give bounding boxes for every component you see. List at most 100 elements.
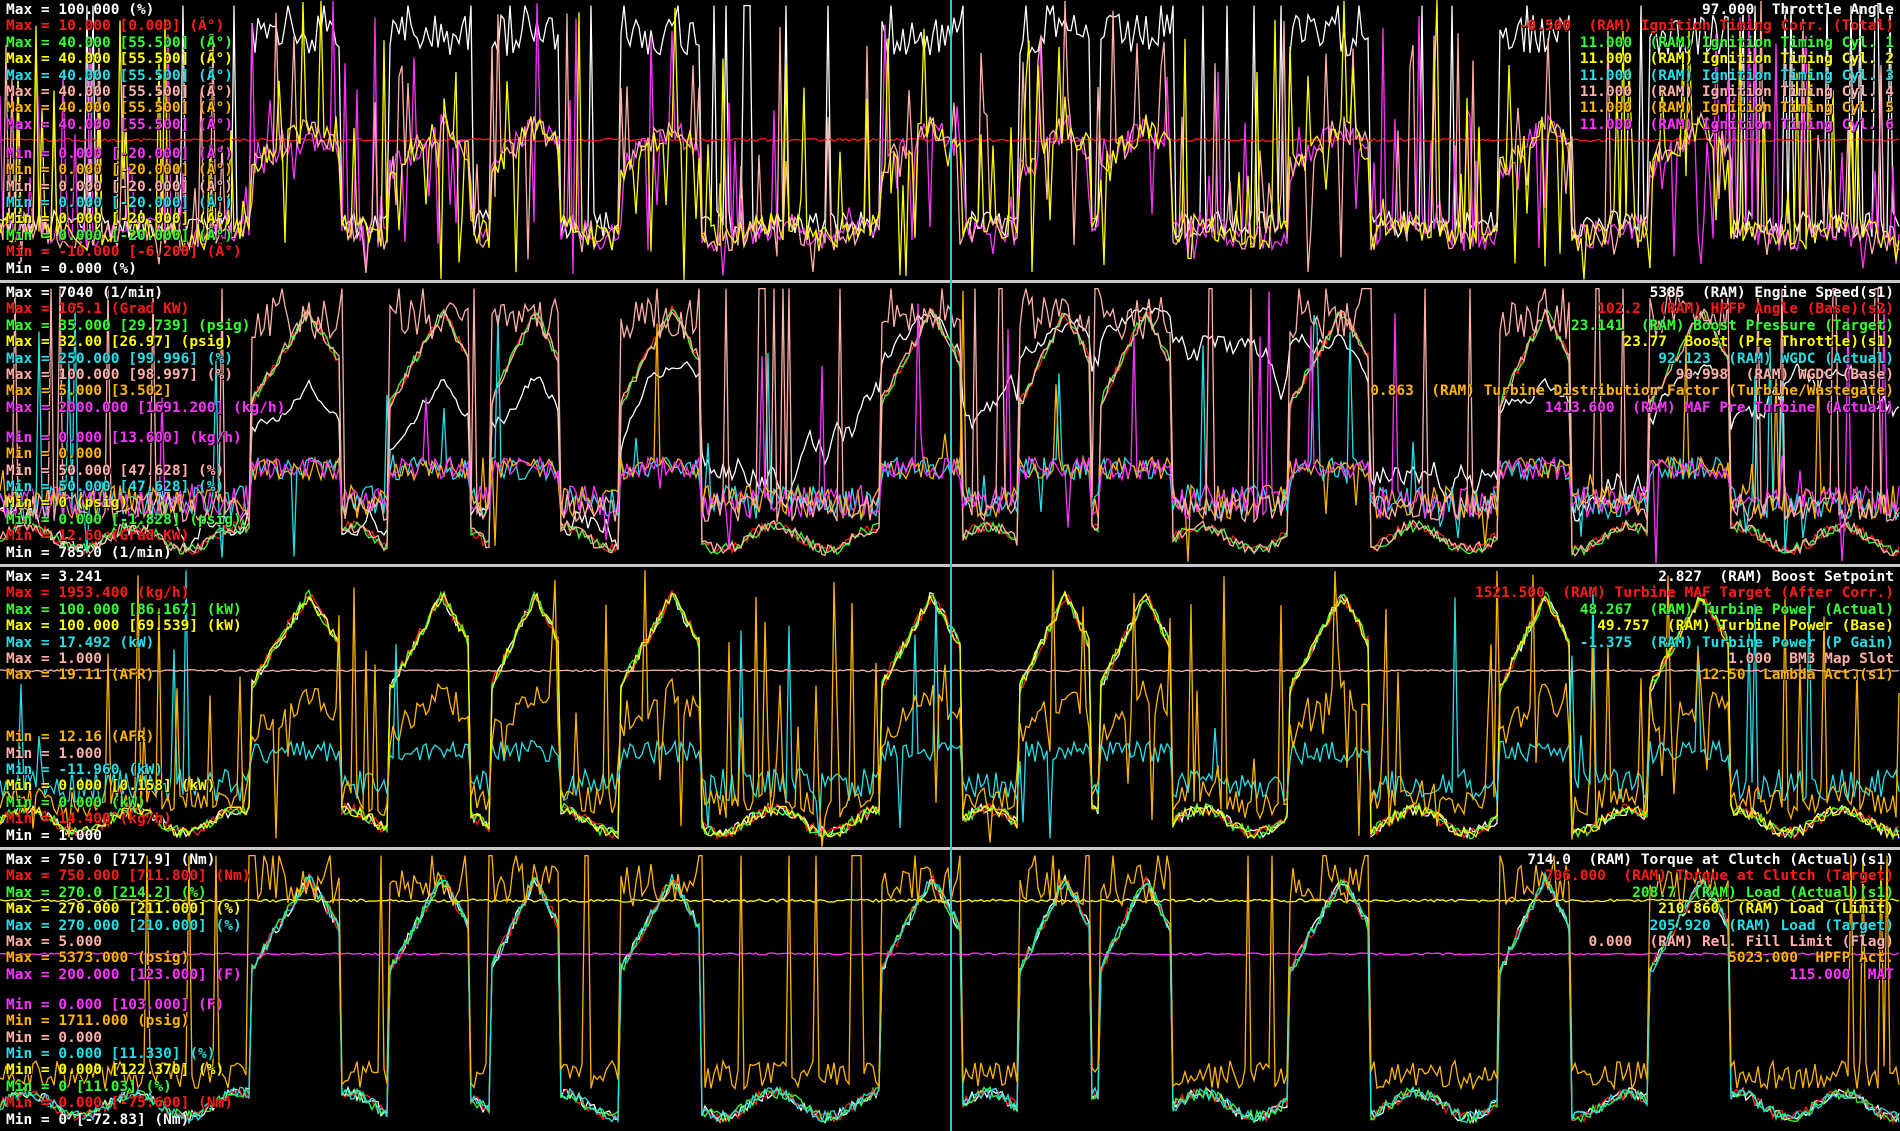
max-label: Max = 40.000 [55.500] (Â°) [6, 116, 233, 133]
max-label-list: Max = 750.0 [717.9] (Nm) Max = 750.000 [7… [6, 852, 250, 983]
channel-label[interactable]: 48.267 (RAM) Turbine Power (Actual) [1475, 602, 1894, 618]
channel-label[interactable]: 90.998 (RAM) WGDC (Base) [1370, 367, 1894, 383]
max-label: Max = 40.000 [55.500] (Â°) [6, 51, 233, 68]
max-label: Max = 17.492 (kW) [6, 634, 155, 651]
channel-label[interactable]: 23.77 Boost (Pre Throttle)(s1) [1370, 334, 1894, 350]
max-label: Max = 200.000 [123.000] (F) [6, 966, 242, 983]
min-label: Min = 0.000 [11.330] (%) [6, 1046, 216, 1063]
channel-label[interactable]: 102.2 (RAM) HPFP Angle (Base)(s2) [1370, 301, 1894, 317]
min-label: Min = 0.000 [-20.000] (Â°) [6, 162, 233, 179]
max-label: Max = 35.000 [29.739] (psig) [6, 317, 251, 334]
channel-label[interactable]: 5385 (RAM) Engine Speed(s1) [1370, 285, 1894, 301]
max-label: Max = 250.000 [99.996] (%) [6, 350, 233, 367]
max-label: Max = 40.000 [55.500] (Â°) [6, 100, 233, 117]
channel-label[interactable]: 11.000 (RAM) Ignition Timing Cyl. 5 [1519, 100, 1894, 116]
channel-label[interactable]: 0.000 (RAM) Rel. Fill Limit (Flag) [1527, 934, 1894, 950]
max-label: Max = 2000.000 [1691.200] (kg/h) [6, 399, 286, 416]
max-label: Max = 1.000 [6, 650, 103, 667]
channel-label[interactable]: -1.375 (RAM) Turbine Power (P Gain) [1475, 635, 1894, 651]
max-label: Max = 32.00 [26.97] (psig) [6, 334, 233, 351]
channel-label[interactable]: 1521.500 (RAM) Turbine MAF Target (After… [1475, 585, 1894, 601]
channel-label[interactable]: 97.000 Throttle Angle [1519, 2, 1894, 18]
min-label: Min = 0.000 [6, 1029, 103, 1046]
max-label-list: Max = 100.000 (%) Max = 10.000 [0.000] (Â… [6, 2, 233, 133]
min-label: Min = 0.000 [122.370] (%) [6, 1062, 225, 1079]
min-label: Min = 1.000 [6, 827, 103, 844]
max-label: Max = 40.000 [55.500] (Â°) [6, 67, 233, 84]
max-label: Max = 270.000 [210.000] (%) [6, 917, 242, 934]
channel-legend[interactable]: 97.000 Throttle Angle -0.500 (RAM) Igniti… [1519, 2, 1894, 133]
max-label: Max = 10.000 [0.000] (Â°) [6, 18, 225, 35]
channel-label[interactable]: 49.757 (RAM) Turbine Power (Base) [1475, 618, 1894, 634]
channel-label[interactable]: 11.000 (RAM) Ignition Timing Cyl. 6 [1519, 117, 1894, 133]
min-label: Min = 0.000 (kW) [6, 794, 146, 811]
min-label: Min = 0.000 [-1.828] (psig) [6, 511, 242, 528]
channel-label[interactable]: 205.920 (RAM) Load (Target) [1527, 918, 1894, 934]
max-label: Max = 3.241 [6, 569, 103, 585]
min-label: Min = 1711.000 (psig) [6, 1013, 190, 1030]
channel-label[interactable]: 115.000 MAT [1527, 967, 1894, 983]
channel-label[interactable]: -0.500 (RAM) Ignition Timing Corr. (Tota… [1519, 18, 1894, 34]
min-label: Min = 0 (psig) [6, 495, 129, 512]
min-label-list: Min = 0.000 [103.000] (F) Min = 1711.000 … [6, 997, 233, 1128]
max-label: Max = 40.000 [55.500] (Â°) [6, 34, 233, 51]
channel-label[interactable]: 12.50 Lambda Act.(s1) [1475, 667, 1894, 683]
min-label: Min = -10.000 [-6.200] (Â°) [6, 244, 242, 261]
min-label: Min = 0.000 [-20.000] (Â°) [6, 178, 233, 195]
min-label: Min = 0 [-72.83] (Nm) [6, 1111, 190, 1128]
min-label: Min = 0.000 (%) [6, 260, 137, 277]
min-label: Min = 0.000 [103.000] (F) [6, 996, 225, 1013]
max-label: Max = 100.000 [69.539] (kW) [6, 618, 242, 635]
max-label-list: Max = 7040 (1/min) Max = 105.1 (Grad KW) M… [6, 285, 285, 416]
min-label-list: Min = 12.16 (AFR) Min = 1.000 Min = -11.96… [6, 729, 216, 844]
max-label: Max = 270.000 [211.000] (%) [6, 901, 242, 918]
channel-label[interactable]: 1413.600 (RAM) MAF Pre Turbine (Actual) [1370, 400, 1894, 416]
max-label: Max = 100.000 [98.997] (%) [6, 366, 233, 383]
max-label: Max = 750.000 [711.800] (Nm) [6, 868, 251, 885]
min-label: Min = 0.000 [-20.000] (Â°) [6, 195, 233, 212]
max-label: Max = 19.11 (AFR) [6, 667, 155, 684]
min-label: Min = 50.000 [47.628] (%) [6, 479, 225, 496]
channel-label[interactable]: 208.7 (RAM) Load (Actual)(s1) [1527, 885, 1894, 901]
min-label: Min = 0 [11.03] (%) [6, 1078, 172, 1095]
channel-label[interactable]: 23.141 (RAM) Boost Pressure (Target) [1370, 318, 1894, 334]
channel-legend[interactable]: 2.827 (RAM) Boost Setpoint 1521.500 (RAM)… [1475, 569, 1894, 684]
channel-label[interactable]: 11.000 (RAM) Ignition Timing Cyl. 3 [1519, 68, 1894, 84]
max-label: Max = 5.000 [6, 933, 103, 950]
max-label: Max = 100.000 (%) [6, 2, 155, 18]
min-label: Min = 785.0 (1/min) [6, 544, 172, 561]
min-label: Min = 0.000 [13.600] (kg/h) [6, 429, 242, 446]
max-label: Max = 105.1 (Grad KW) [6, 301, 190, 318]
max-label: Max = 5.000 [3.502] [6, 383, 172, 400]
max-label: Max = 100.000 [86.167] (kW) [6, 601, 242, 618]
min-label: Min = 1.000 [6, 745, 103, 762]
channel-legend[interactable]: 5385 (RAM) Engine Speed(s1) 102.2 (RAM) H… [1370, 285, 1894, 416]
channel-label[interactable]: 210.860 (RAM) Load (Limit) [1527, 901, 1894, 917]
time-cursor[interactable] [950, 0, 952, 1131]
min-label: Min = 0.000 [-75.600] (Nm) [6, 1095, 233, 1112]
min-label-list: Min = 0.000 [13.600] (kg/h) Min = 0.000 Mi… [6, 430, 242, 561]
channel-label[interactable]: 0.863 (RAM) Turbine Distribution Factor … [1370, 383, 1894, 399]
max-label-list: Max = 3.241 Max = 1953.400 (kg/h) Max = 10… [6, 569, 242, 684]
max-label: Max = 40.000 [55.500] (Â°) [6, 83, 233, 100]
min-label: Min = 12.60 (Grad KW) [6, 528, 190, 545]
min-label-list: Min = 0.000 [-20.000] (Â°) Min = 0.000 [-… [6, 146, 242, 277]
channel-legend[interactable]: 714.0 (RAM) Torque at Clutch (Actual)(s1… [1527, 852, 1894, 983]
min-label: Min = 14.400 (kg/h) [6, 811, 172, 828]
min-label: Min = 0.000 [-20.000] (Â°) [6, 211, 233, 228]
channel-label[interactable]: 11.000 (RAM) Ignition Timing Cyl. 4 [1519, 84, 1894, 100]
min-label: Min = -11.960 (kW) [6, 762, 164, 779]
min-label: Min = 12.16 (AFR) [6, 729, 155, 746]
channel-label[interactable]: 92.123 (RAM) WGDC (Actual) [1370, 351, 1894, 367]
min-label: Min = 0.000 [0.158] (kW) [6, 778, 216, 795]
min-label: Min = 0.000 [-20.000] (Â°) [6, 145, 233, 162]
channel-label[interactable]: 1.000 BM3 Map Slot [1475, 651, 1894, 667]
channel-label[interactable]: 11.000 (RAM) Ignition Timing Cyl. 2 [1519, 51, 1894, 67]
channel-label[interactable]: 706.000 (RAM) Torque at Clutch (Target) [1527, 868, 1894, 884]
min-label: Min = 0.000 [6, 446, 103, 463]
channel-label[interactable]: 11.000 (RAM) Ignition Timing Cyl. 1 [1519, 35, 1894, 51]
channel-label[interactable]: 5023.000 HPFP Act. [1527, 950, 1894, 966]
max-label: Max = 5373.000 (psig) [6, 950, 190, 967]
channel-label[interactable]: 2.827 (RAM) Boost Setpoint [1475, 569, 1894, 585]
channel-label[interactable]: 714.0 (RAM) Torque at Clutch (Actual)(s1… [1527, 852, 1894, 868]
